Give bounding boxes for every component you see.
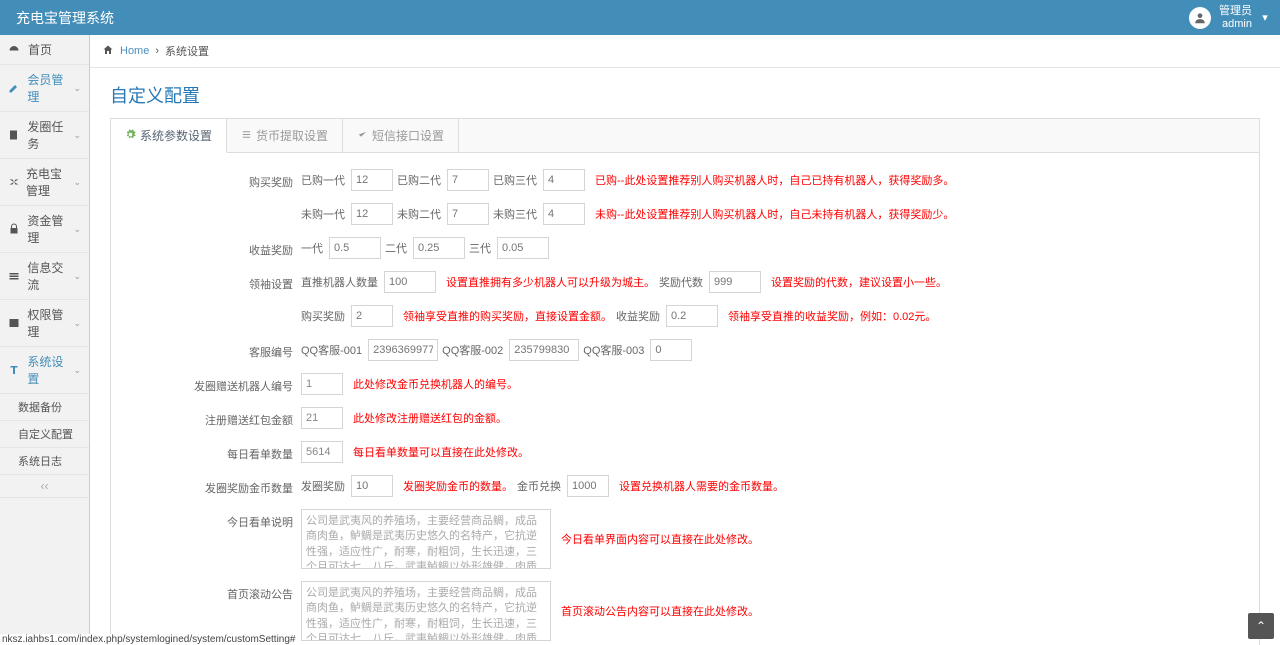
input-income-g2[interactable] bbox=[413, 237, 465, 259]
brand: 充电宝管理系统 bbox=[10, 8, 114, 28]
chevron-down-icon: ⌄ bbox=[73, 130, 81, 141]
sidebar-sub-backup[interactable]: 数据备份 bbox=[0, 394, 89, 421]
input-buy-g2[interactable] bbox=[447, 169, 489, 191]
label-coin: 发圈奖励金币数量 bbox=[111, 475, 301, 496]
gear-icon bbox=[125, 129, 136, 143]
input-leader-buy[interactable] bbox=[351, 305, 393, 327]
user-area[interactable]: 管理员 admin ▾ bbox=[1189, 0, 1270, 35]
check-icon bbox=[357, 129, 368, 143]
list-icon bbox=[241, 129, 252, 143]
tabs: 系统参数设置 货币提取设置 短信接口设置 bbox=[111, 119, 1259, 153]
input-daily[interactable] bbox=[301, 441, 343, 463]
input-reg-bonus[interactable] bbox=[301, 407, 343, 429]
label-daily: 每日看单数量 bbox=[111, 441, 301, 462]
input-leader-income[interactable] bbox=[666, 305, 718, 327]
scroll-top-button[interactable]: ⌃ bbox=[1248, 613, 1274, 639]
input-leader-gen[interactable] bbox=[709, 271, 761, 293]
textarea-today-desc[interactable] bbox=[301, 509, 551, 569]
sidebar-item-system[interactable]: 系统设置⌄ bbox=[0, 347, 89, 394]
sidebar-item-message[interactable]: 信息交流⌄ bbox=[0, 253, 89, 300]
sidebar: 首页 会员管理⌄ 发圈任务⌄ 充电宝管理⌄ 资金管理⌄ 信息交流⌄ 权限管理⌄ … bbox=[0, 35, 90, 645]
breadcrumb-home[interactable]: Home bbox=[120, 45, 149, 57]
sidebar-item-member[interactable]: 会员管理⌄ bbox=[0, 65, 89, 112]
brand-text: 充电宝管理系统 bbox=[16, 8, 114, 28]
label-gift-robot: 发圈赠送机器人编号 bbox=[111, 373, 301, 394]
breadcrumb-current: 系统设置 bbox=[165, 43, 209, 59]
input-qq3[interactable] bbox=[650, 339, 692, 361]
input-qq2[interactable] bbox=[509, 339, 579, 361]
sidebar-collapse-icon[interactable]: ‹‹ bbox=[0, 475, 89, 498]
home-icon bbox=[102, 44, 114, 59]
page-title: 自定义配置 bbox=[90, 68, 1280, 118]
input-leader-count[interactable] bbox=[384, 271, 436, 293]
chevron-down-icon: ⌄ bbox=[73, 318, 81, 329]
sidebar-item-task[interactable]: 发圈任务⌄ bbox=[0, 112, 89, 159]
chevron-down-icon: ⌄ bbox=[73, 365, 81, 376]
stack-icon bbox=[8, 270, 21, 282]
label-income: 收益奖励 bbox=[111, 237, 301, 258]
terminal-icon bbox=[8, 317, 21, 329]
chevron-down-icon: ⌄ bbox=[73, 83, 81, 94]
user-role: 管理员 bbox=[1219, 5, 1252, 17]
input-coin-exchange[interactable] bbox=[567, 475, 609, 497]
label-reg-bonus: 注册赠送红包金额 bbox=[111, 407, 301, 428]
breadcrumb: Home › 系统设置 bbox=[90, 35, 1280, 68]
sidebar-sub-config[interactable]: 自定义配置 bbox=[0, 421, 89, 448]
input-buy-g3[interactable] bbox=[543, 169, 585, 191]
text-icon bbox=[8, 364, 21, 376]
form-body: 购买奖励 已购一代 已购二代 已购三代 已购--此处设置推荐别人购买机器人时，自… bbox=[111, 153, 1259, 645]
sidebar-item-fund[interactable]: 资金管理⌄ bbox=[0, 206, 89, 253]
input-income-g1[interactable] bbox=[329, 237, 381, 259]
input-nobuy-g1[interactable] bbox=[351, 203, 393, 225]
dashboard-icon bbox=[8, 44, 22, 56]
label-today-desc: 今日看单说明 bbox=[111, 509, 301, 530]
input-coin-reward[interactable] bbox=[351, 475, 393, 497]
edit-icon bbox=[8, 82, 21, 94]
label-buy-reward: 购买奖励 bbox=[111, 169, 301, 190]
label-scroll-notice: 首页滚动公告 bbox=[111, 581, 301, 602]
input-income-g3[interactable] bbox=[497, 237, 549, 259]
status-url: nksz.iahbs1.com/index.php/systemlogined/… bbox=[0, 634, 297, 645]
sidebar-item-auth[interactable]: 权限管理⌄ bbox=[0, 300, 89, 347]
input-nobuy-g2[interactable] bbox=[447, 203, 489, 225]
chevron-down-icon[interactable]: ▾ bbox=[1260, 0, 1270, 35]
sidebar-item-charger[interactable]: 充电宝管理⌄ bbox=[0, 159, 89, 206]
chevron-down-icon: ⌄ bbox=[73, 271, 81, 282]
label-qq: 客服编号 bbox=[111, 339, 301, 360]
main-content: Home › 系统设置 自定义配置 系统参数设置 货币提取设置 短信接口设置 购… bbox=[90, 35, 1280, 645]
hint-buy: 已购--此处设置推荐别人购买机器人时，自己已持有机器人，获得奖励多。 bbox=[595, 172, 954, 188]
tab-system-params[interactable]: 系统参数设置 bbox=[111, 119, 227, 153]
book-icon bbox=[8, 129, 21, 141]
tab-sms[interactable]: 短信接口设置 bbox=[343, 119, 459, 152]
label-leader: 领袖设置 bbox=[111, 271, 301, 292]
sidebar-sub-log[interactable]: 系统日志 bbox=[0, 448, 89, 475]
hint-nobuy: 未购--此处设置推荐别人购买机器人时，自己未持有机器人，获得奖励少。 bbox=[595, 206, 954, 222]
sidebar-item-home[interactable]: 首页 bbox=[0, 35, 89, 65]
input-gift-robot[interactable] bbox=[301, 373, 343, 395]
random-icon bbox=[8, 176, 20, 188]
avatar-icon bbox=[1189, 7, 1211, 29]
tab-currency[interactable]: 货币提取设置 bbox=[227, 119, 343, 152]
settings-panel: 系统参数设置 货币提取设置 短信接口设置 购买奖励 已购一代 已购二代 已购三代… bbox=[110, 118, 1260, 645]
input-qq1[interactable] bbox=[368, 339, 438, 361]
chevron-up-icon: ⌃ bbox=[1256, 619, 1266, 633]
user-name: admin bbox=[1219, 18, 1252, 30]
textarea-scroll-notice[interactable] bbox=[301, 581, 551, 641]
input-buy-g1[interactable] bbox=[351, 169, 393, 191]
lock-icon bbox=[8, 223, 21, 235]
topbar: 充电宝管理系统 管理员 admin ▾ bbox=[0, 0, 1280, 35]
chevron-down-icon: ⌄ bbox=[73, 177, 81, 188]
input-nobuy-g3[interactable] bbox=[543, 203, 585, 225]
chevron-down-icon: ⌄ bbox=[73, 224, 81, 235]
